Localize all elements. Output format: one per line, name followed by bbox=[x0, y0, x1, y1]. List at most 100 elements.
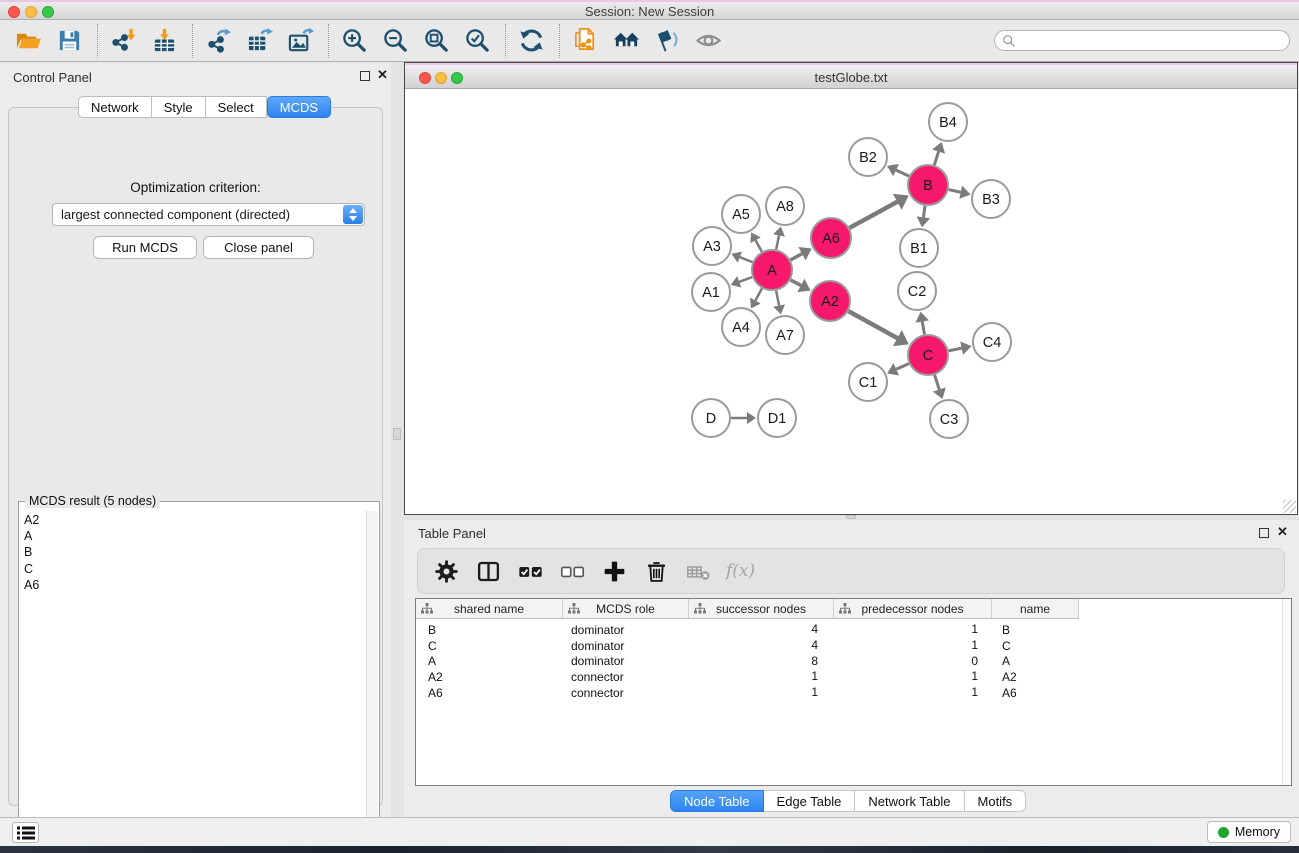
table-cell[interactable]: C bbox=[416, 639, 563, 653]
vertical-splitter[interactable] bbox=[391, 62, 404, 817]
table-cell[interactable]: 4 bbox=[689, 622, 834, 638]
table-cell[interactable]: A6 bbox=[416, 686, 563, 700]
table-cell[interactable]: 1 bbox=[689, 685, 834, 701]
network-window-titlebar[interactable]: testGlobe.txt bbox=[405, 63, 1297, 89]
graph-node-C2[interactable]: C2 bbox=[898, 272, 936, 310]
graph-node-A7[interactable]: A7 bbox=[766, 316, 804, 354]
table-row[interactable]: A6connector11A6 bbox=[416, 685, 1291, 701]
table-cell[interactable]: A2 bbox=[416, 670, 563, 684]
table-cell[interactable]: A bbox=[992, 654, 1079, 668]
table-cell[interactable]: 1 bbox=[689, 669, 834, 685]
graph-edge-C-C1[interactable] bbox=[896, 364, 909, 370]
mcds-result-item[interactable]: A bbox=[21, 528, 365, 544]
graph-edge-B-B4[interactable] bbox=[934, 152, 938, 165]
zoom-in-icon[interactable] bbox=[338, 25, 370, 57]
tab-node-table[interactable]: Node Table bbox=[670, 790, 764, 812]
table-cell[interactable]: dominator bbox=[563, 654, 689, 668]
search-field[interactable] bbox=[994, 30, 1290, 51]
graph-node-A3[interactable]: A3 bbox=[693, 227, 731, 265]
refresh-network-icon[interactable] bbox=[515, 25, 547, 57]
mcds-result-item[interactable]: A2 bbox=[21, 512, 365, 528]
settings-gear-icon[interactable] bbox=[432, 557, 460, 585]
graph-edge-A-A7[interactable] bbox=[776, 291, 779, 306]
close-panel-icon[interactable]: ✕ bbox=[1277, 524, 1288, 540]
graph-node-A[interactable]: A bbox=[752, 250, 792, 290]
table-row[interactable]: A2connector11A2 bbox=[416, 669, 1291, 685]
graph-edge-A-A1[interactable] bbox=[739, 277, 752, 282]
graph-edge-C-C3[interactable] bbox=[935, 375, 940, 390]
graph-node-A4[interactable]: A4 bbox=[722, 308, 760, 346]
mcds-result-item[interactable]: A6 bbox=[21, 577, 365, 593]
table-cell[interactable]: A bbox=[416, 654, 563, 668]
mcds-list-scrollbar[interactable] bbox=[366, 511, 378, 842]
zoom-selected-icon[interactable] bbox=[461, 25, 493, 57]
graph-node-A6[interactable]: A6 bbox=[811, 218, 851, 258]
table-cell[interactable]: A6 bbox=[992, 686, 1079, 700]
table-cell[interactable]: 1 bbox=[834, 669, 992, 685]
graph-edge-A-A4[interactable] bbox=[755, 288, 762, 300]
table-row[interactable]: Adominator80A bbox=[416, 654, 1291, 670]
graph-node-B[interactable]: B bbox=[908, 165, 948, 205]
tab-motifs[interactable]: Motifs bbox=[965, 790, 1027, 812]
import-network-icon[interactable] bbox=[107, 25, 139, 57]
hide-flags-icon[interactable] bbox=[651, 25, 683, 57]
column-header-mcds-role[interactable]: MCDS role bbox=[563, 599, 689, 618]
graph-node-B4[interactable]: B4 bbox=[929, 103, 967, 141]
splitter-handle[interactable] bbox=[393, 428, 401, 440]
task-history-button[interactable] bbox=[12, 822, 39, 843]
column-header-shared-name[interactable]: shared name bbox=[416, 599, 563, 618]
graph-edge-A-A3[interactable] bbox=[740, 257, 753, 262]
graph-edge-A-A6[interactable] bbox=[790, 254, 802, 260]
save-icon[interactable] bbox=[53, 25, 85, 57]
graph-edge-A-A8[interactable] bbox=[776, 235, 779, 249]
graph-edge-A-A2[interactable] bbox=[791, 280, 801, 286]
open-folder-icon[interactable] bbox=[12, 25, 44, 57]
table-cell[interactable]: connector bbox=[563, 670, 689, 684]
splitter-handle[interactable] bbox=[846, 515, 856, 519]
table-cell[interactable]: connector bbox=[563, 686, 689, 700]
graph-node-C1[interactable]: C1 bbox=[849, 363, 887, 401]
export-image-icon[interactable] bbox=[284, 25, 316, 57]
window-resize-grip[interactable] bbox=[1283, 500, 1296, 513]
graph-node-A5[interactable]: A5 bbox=[722, 195, 760, 233]
graph-node-A1[interactable]: A1 bbox=[692, 273, 730, 311]
tab-network[interactable]: Network bbox=[78, 96, 152, 118]
export-network-icon[interactable] bbox=[202, 25, 234, 57]
table-cell[interactable]: B bbox=[992, 623, 1079, 637]
tab-select[interactable]: Select bbox=[206, 96, 267, 118]
graph-edge-A6-B[interactable] bbox=[849, 202, 897, 228]
tab-style[interactable]: Style bbox=[152, 96, 206, 118]
graph-node-D1[interactable]: D1 bbox=[758, 399, 796, 437]
mcds-result-list[interactable]: A2ABCA6 bbox=[21, 512, 365, 841]
memory-button[interactable]: Memory bbox=[1207, 821, 1291, 843]
deselect-all-checkboxes-icon[interactable] bbox=[558, 557, 586, 585]
tab-mcds[interactable]: MCDS bbox=[267, 96, 331, 118]
table-cell[interactable]: 1 bbox=[834, 685, 992, 701]
column-header-successor-nodes[interactable]: successor nodes bbox=[689, 599, 834, 618]
graph-edge-C-C2[interactable] bbox=[922, 322, 924, 335]
run-mcds-button[interactable]: Run MCDS bbox=[93, 236, 197, 259]
network-canvas[interactable]: B4B2BB3A8A5A6A3B1AA1C2A2A4A7C4CC1DD1C3 bbox=[405, 89, 1297, 514]
mcds-result-item[interactable]: C bbox=[21, 561, 365, 577]
graph-edge-B-B2[interactable] bbox=[896, 170, 909, 176]
mcds-result-item[interactable]: B bbox=[21, 544, 365, 560]
graph-edge-A2-C[interactable] bbox=[848, 311, 897, 338]
graph-edge-B-B3[interactable] bbox=[948, 190, 960, 193]
graph-node-C3[interactable]: C3 bbox=[930, 400, 968, 438]
graph-node-C4[interactable]: C4 bbox=[973, 323, 1011, 361]
select-all-checkboxes-icon[interactable] bbox=[516, 557, 544, 585]
export-table-icon[interactable] bbox=[243, 25, 275, 57]
table-scrollbar[interactable] bbox=[1282, 599, 1291, 785]
table-cell[interactable]: 1 bbox=[834, 638, 992, 654]
table-row[interactable]: Cdominator41C bbox=[416, 638, 1291, 654]
graph-node-A2[interactable]: A2 bbox=[810, 281, 850, 321]
table-cell[interactable]: 0 bbox=[834, 654, 992, 670]
column-header-name[interactable]: name bbox=[992, 599, 1079, 618]
column-layout-icon[interactable] bbox=[474, 557, 502, 585]
table-cell[interactable]: 1 bbox=[834, 622, 992, 638]
graph-node-D[interactable]: D bbox=[692, 399, 730, 437]
table-cell[interactable]: 4 bbox=[689, 638, 834, 654]
tab-network-table[interactable]: Network Table bbox=[855, 790, 964, 812]
tab-edge-table[interactable]: Edge Table bbox=[764, 790, 856, 812]
graph-edge-A-A5[interactable] bbox=[756, 240, 762, 251]
